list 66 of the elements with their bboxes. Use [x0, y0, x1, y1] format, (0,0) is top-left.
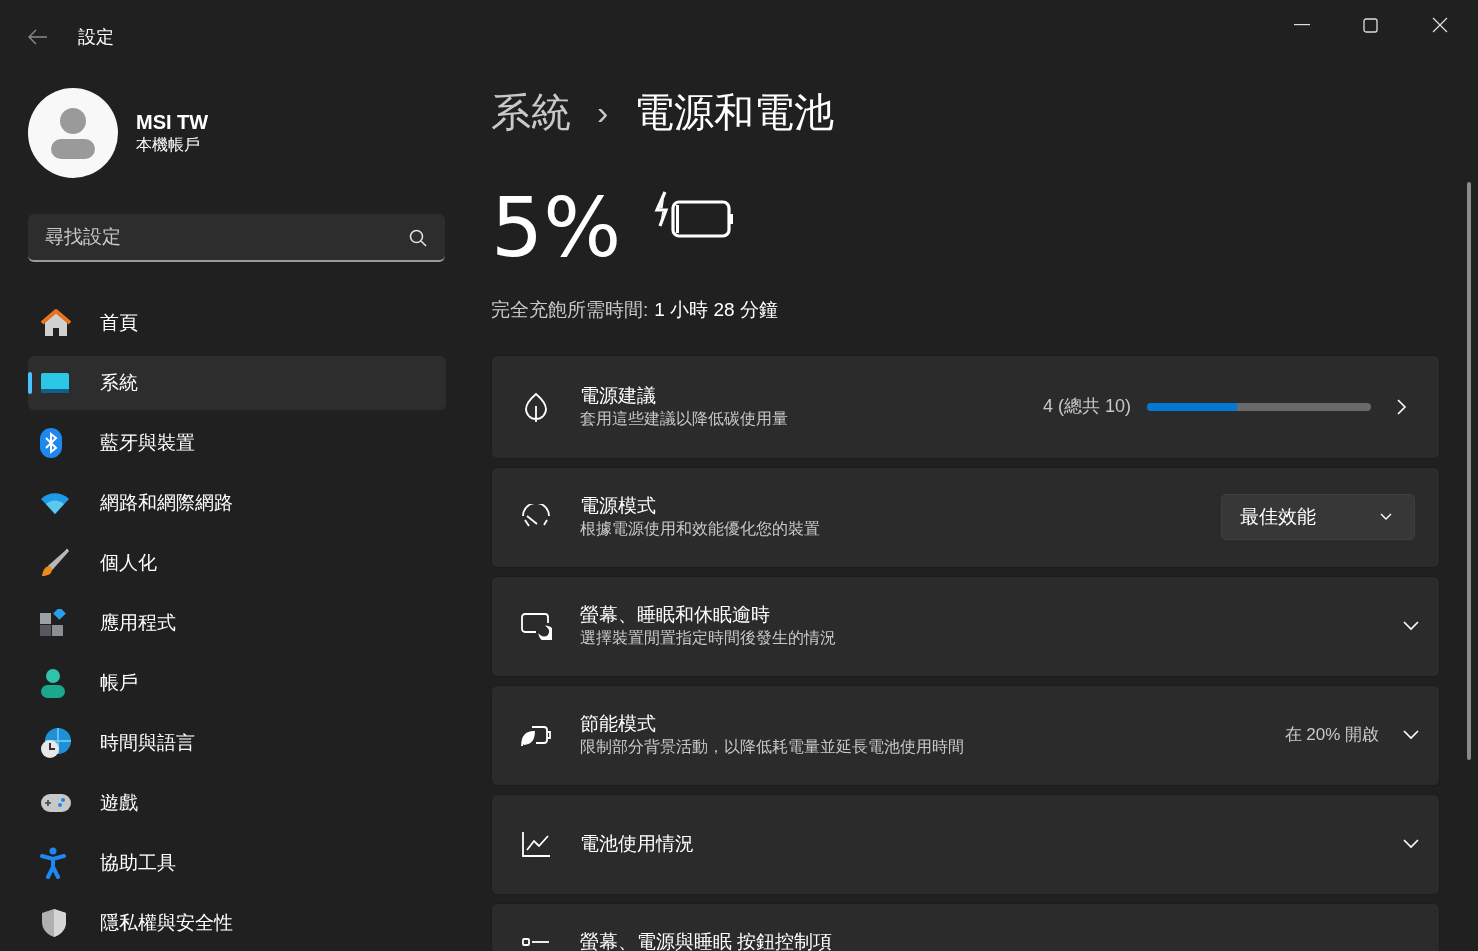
nav-item[interactable]: 個人化 [28, 536, 446, 590]
wifi-icon [40, 492, 70, 514]
card-title: 螢幕、睡眠和休眠逾時 [580, 603, 771, 627]
profile-name: MSI TW [136, 110, 209, 134]
nav-item[interactable]: 協助工具 [28, 836, 446, 890]
settings-card[interactable]: 電源建議 套用這些建議以降低碳使用量 4 (總共 10) [491, 354, 1440, 459]
chevron-down-icon[interactable] [1403, 839, 1419, 849]
screen-moon-icon [520, 612, 552, 640]
gamepad-icon [40, 792, 72, 814]
bluetooth-icon [40, 428, 62, 458]
card-description: 根據電源使用和效能優化您的裝置 [580, 519, 821, 539]
scrollbar[interactable] [1467, 182, 1471, 760]
nav-item[interactable]: 首頁 [28, 296, 446, 350]
breadcrumb-parent[interactable]: 系統 [491, 82, 571, 142]
card-description: 限制部分背景活動，以降低耗電量並延長電池使用時間 [580, 737, 965, 757]
settings-card[interactable]: 螢幕、睡眠和休眠逾時 選擇裝置閒置指定時間後發生的情況 [491, 575, 1440, 677]
nav-item[interactable]: 應用程式 [28, 596, 446, 650]
accessibility-figure-icon [40, 847, 66, 879]
chevron-down-icon[interactable] [1403, 621, 1419, 631]
chevron-down-icon[interactable] [1403, 730, 1419, 740]
person-icon [40, 668, 66, 698]
shield-icon [40, 908, 68, 938]
nav-item[interactable]: 系統 [28, 356, 446, 410]
card-description: 選擇裝置閒置指定時間後發生的情況 [580, 628, 837, 648]
chevron-down-icon [1380, 513, 1392, 521]
card-description: 套用這些建議以降低碳使用量 [580, 408, 789, 429]
breadcrumb-separator: › [597, 91, 609, 133]
card-title: 螢幕、電源與睡眠 按鈕控制項 [580, 929, 834, 951]
card-title: 電池使用情況 [580, 832, 695, 856]
nav-item[interactable]: 遊戲 [28, 776, 446, 830]
nav-item[interactable]: 隱私權與安全性 [28, 896, 446, 950]
nav-item[interactable]: 網路和網際網路 [28, 476, 446, 530]
battery-percentage: 5% [491, 188, 622, 268]
card-title: 電源建議 [580, 383, 657, 408]
page-title: 電源和電池 [634, 89, 835, 136]
leaf-icon [523, 391, 549, 422]
card-title: 節能模式 [580, 712, 657, 736]
close-icon[interactable] [1431, 17, 1448, 33]
search-field[interactable]: 尋找設定 [28, 214, 445, 262]
button-toggle-icon [522, 935, 550, 948]
recommendation-count: 4 (總共 10) [1042, 395, 1131, 418]
settings-card[interactable]: 螢幕、電源與睡眠 按鈕控制項 [491, 902, 1440, 951]
window-title: 設定 [78, 25, 114, 49]
back-arrow-icon[interactable] [28, 29, 48, 45]
nav-item[interactable]: 藍牙與裝置 [28, 416, 446, 470]
power-mode-dropdown[interactable]: 最佳效能 [1221, 494, 1415, 540]
chevron-right-icon[interactable] [1397, 398, 1407, 415]
card-title: 電源模式 [580, 494, 657, 518]
search-icon [409, 229, 427, 247]
charge-time-value: 1 小時 28 分鐘 [654, 298, 778, 322]
charge-time-label: 完全充飽所需時間: [491, 298, 649, 322]
house-icon [40, 308, 72, 338]
globe-clock-icon [40, 727, 72, 759]
settings-card[interactable]: 電池使用情況 [491, 793, 1440, 895]
app-tiles-icon [40, 609, 66, 637]
nav-item[interactable]: 時間與語言 [28, 716, 446, 770]
minimize-icon[interactable] [1293, 24, 1310, 26]
account-type: 本機帳戶 [136, 135, 201, 155]
maximize-icon[interactable] [1363, 17, 1378, 33]
card-status: 在 20% 開啟 [1284, 724, 1379, 747]
settings-card[interactable]: 節能模式 限制部分背景活動，以降低耗電量並延長電池使用時間 在 20% 開啟 [491, 684, 1440, 786]
line-chart-icon [521, 830, 551, 858]
monitor-icon [40, 371, 70, 395]
paintbrush-icon [40, 548, 70, 578]
nav-item[interactable]: 帳戶 [28, 656, 446, 710]
settings-card[interactable]: 電源模式 根據電源使用和效能優化您的裝置 最佳效能 [491, 466, 1440, 568]
